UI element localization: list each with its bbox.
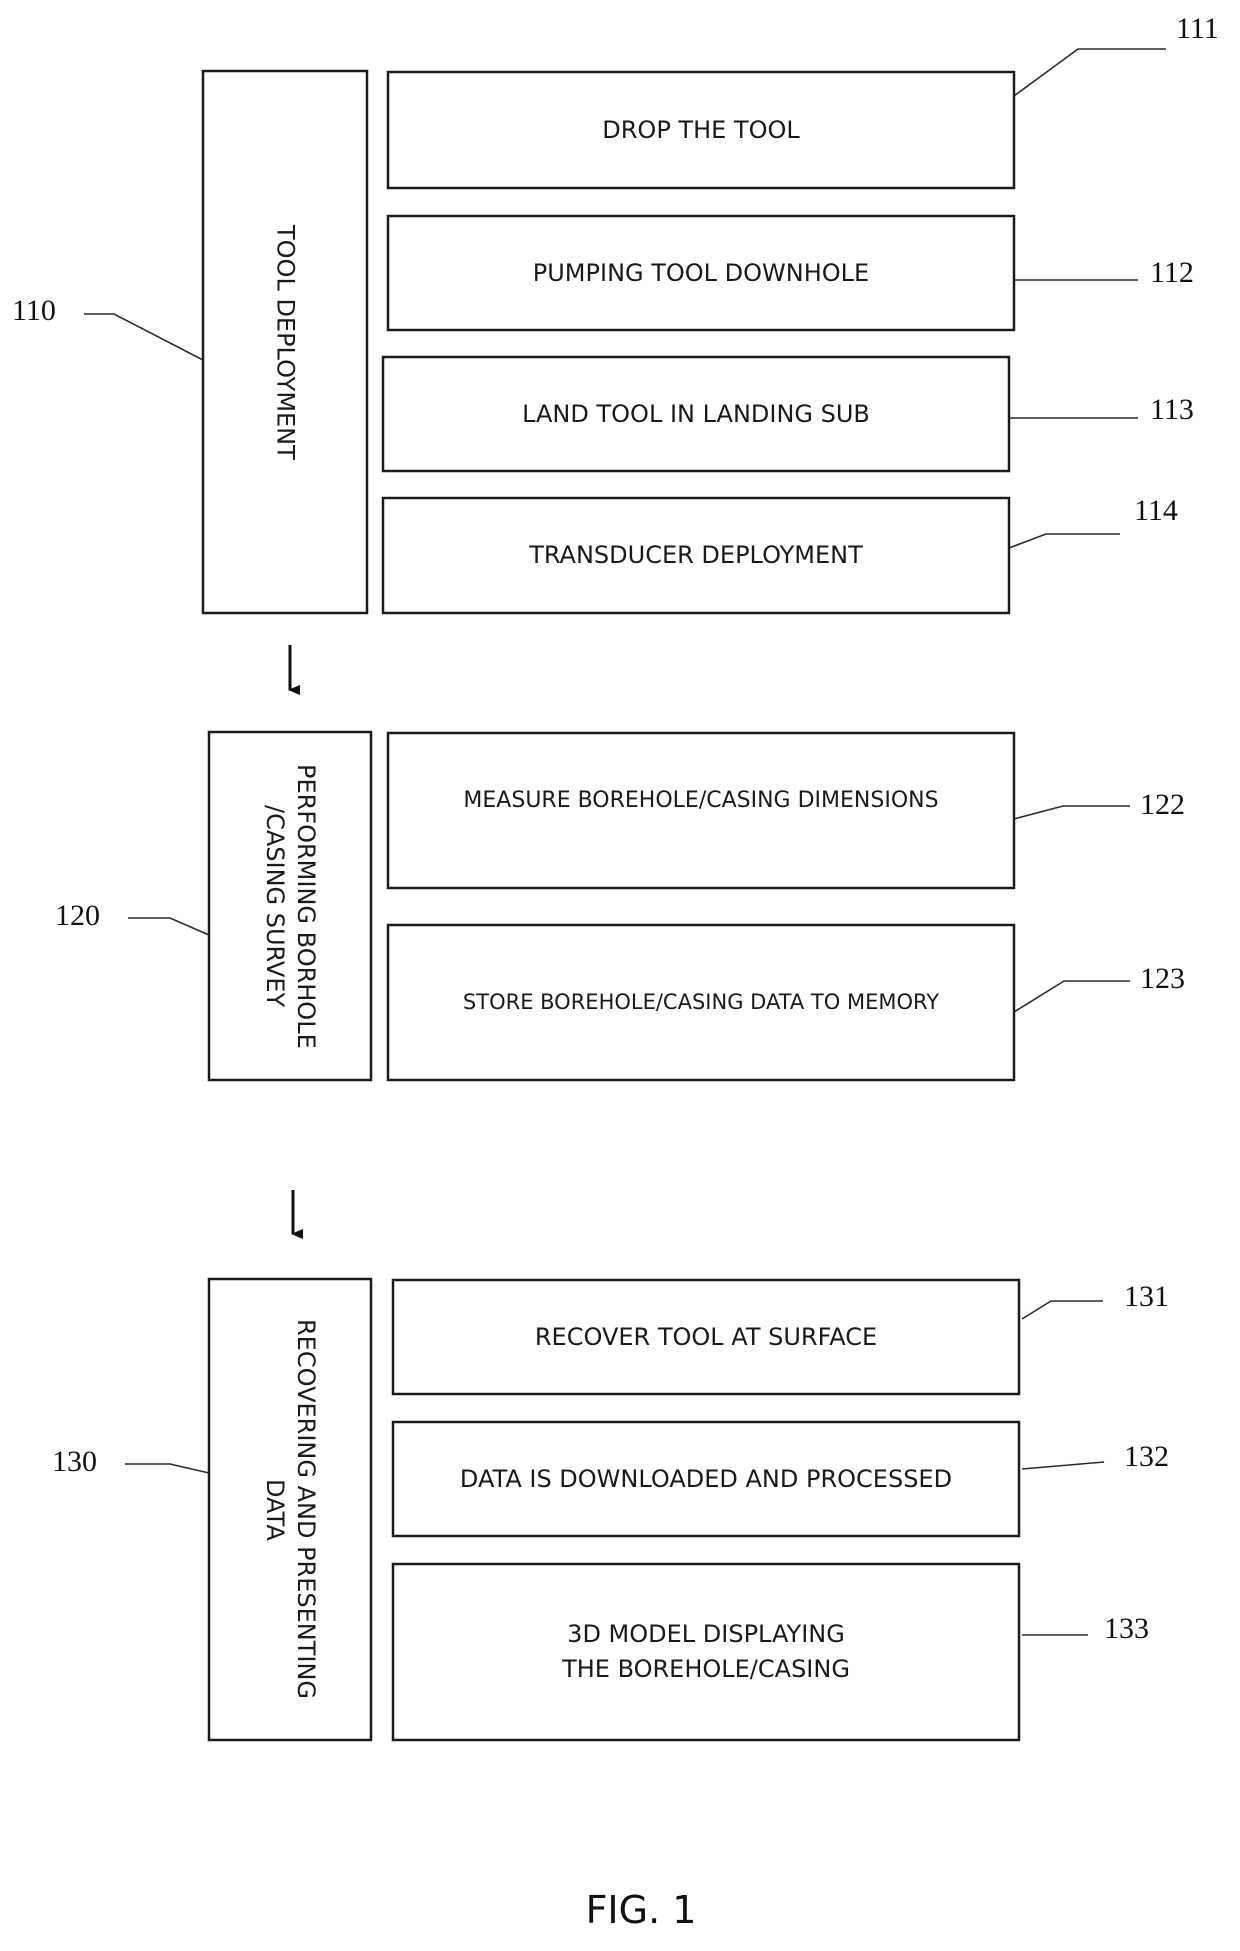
ref-numeral-132: 132	[1124, 1440, 1169, 1473]
stage-label-110: TOOL DEPLOYMENT	[271, 224, 300, 460]
ref-numeral-123: 123	[1140, 962, 1185, 995]
ref-numeral-113: 113	[1150, 393, 1194, 426]
leader-line-122	[1013, 805, 1130, 820]
ref-numeral-133: 133	[1104, 1612, 1149, 1645]
leader-line-110	[84, 313, 204, 361]
figure-caption: FIG. 1	[585, 1888, 697, 1932]
stage-label-130: RECOVERING AND PRESENTING DATA	[261, 1319, 321, 1700]
step-label-114: TRANSDUCER DEPLOYMENT	[529, 541, 863, 570]
leader-line-114	[1008, 533, 1120, 549]
leader-line-130	[125, 1463, 210, 1474]
step-label-122: MEASURE BOREHOLE/CASING DIMENSIONS	[463, 788, 939, 813]
step-label-111: DROP THE TOOL	[602, 115, 800, 144]
leader-line-111	[1013, 48, 1166, 97]
ref-numeral-120: 120	[55, 899, 100, 932]
leader-line-132	[1021, 1461, 1105, 1470]
step-label-133: 3D MODEL DISPLAYING THE BOREHOLE/CASING	[562, 1620, 850, 1683]
ref-numeral-122: 122	[1140, 788, 1185, 821]
leader-line-123	[1013, 980, 1130, 1013]
ref-numeral-130: 130	[52, 1445, 97, 1478]
ref-numeral-131: 131	[1124, 1280, 1169, 1313]
leader-line-120	[128, 917, 210, 936]
leader-line-131	[1021, 1300, 1103, 1320]
step-label-131: RECOVER TOOL AT SURFACE	[534, 1322, 878, 1351]
ref-numeral-112: 112	[1150, 256, 1194, 289]
step-label-123: STORE BOREHOLE/CASING DATA TO MEMORY	[462, 990, 940, 1015]
ref-numeral-111: 111	[1176, 12, 1219, 45]
stage-label-120: PERFORMING BORHOLE /CASING SURVEY	[261, 763, 321, 1049]
step-label-132: DATA IS DOWNLOADED AND PROCESSED	[459, 1464, 953, 1493]
step-label-112: PUMPING TOOL DOWNHOLE	[532, 258, 870, 287]
ref-numeral-110: 110	[12, 294, 56, 327]
ref-numeral-114: 114	[1134, 494, 1178, 527]
step-label-113: LAND TOOL IN LANDING SUB	[522, 399, 870, 428]
